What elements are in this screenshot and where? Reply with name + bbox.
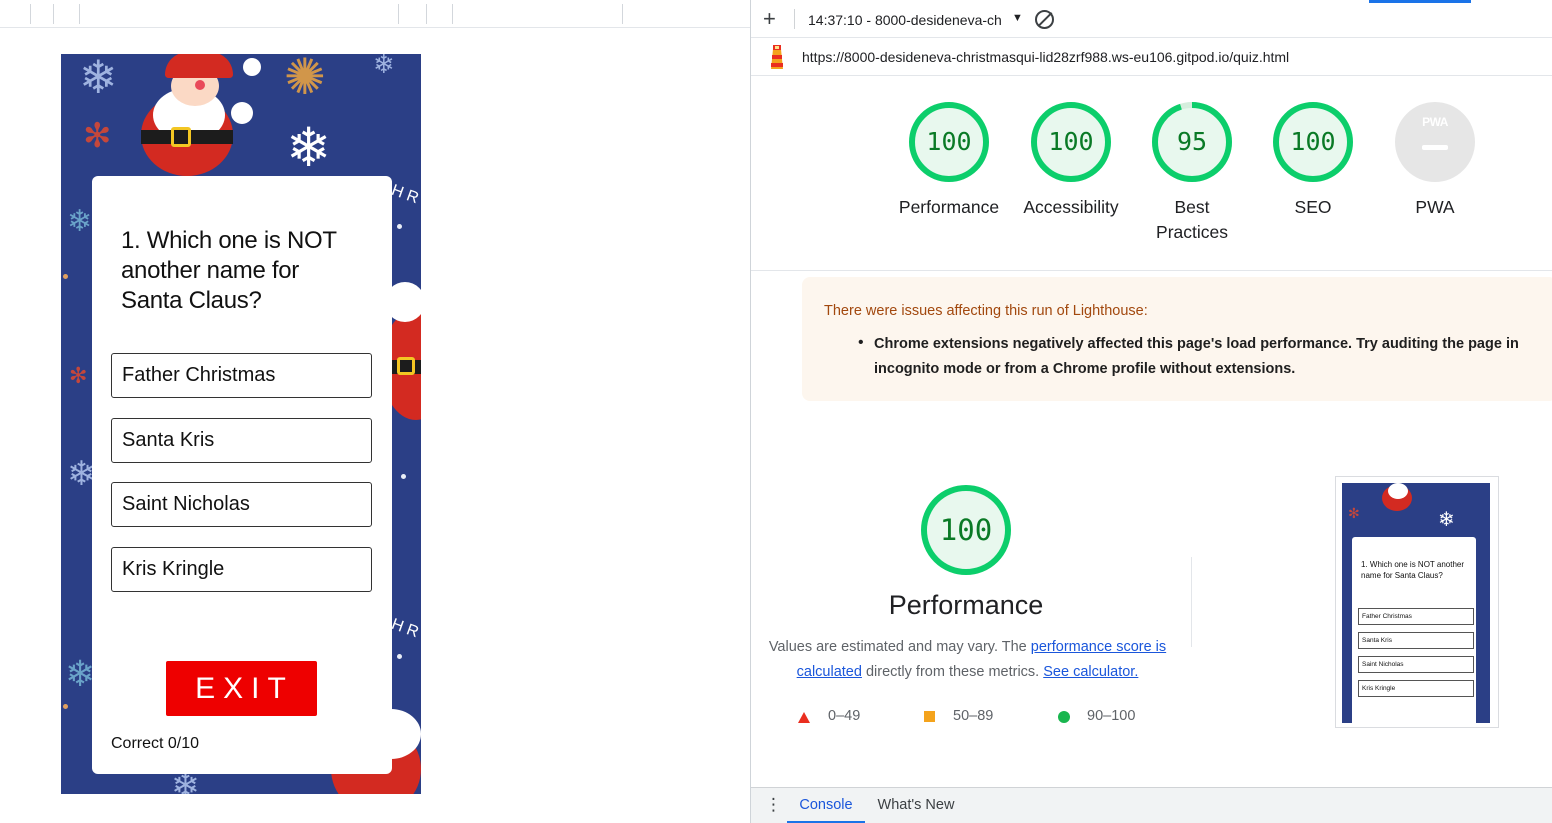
performance-gauge: 100 [920, 484, 1012, 576]
performance-title: Performance [888, 590, 1044, 620]
report-url[interactable]: https://8000-desideneva-christmasqui-lid… [802, 49, 1289, 65]
tab-whats-new[interactable]: What's New [865, 788, 967, 823]
santa-illustration [1388, 483, 1408, 499]
snowflake-icon: ✻ [69, 364, 88, 389]
pwa-badge-icon [1395, 102, 1475, 182]
decor-letter: H R [389, 181, 421, 208]
score-counter: Correct 0/10 [111, 735, 200, 752]
gauge-label: Best Practices [1156, 197, 1228, 242]
desc-text: directly from these metrics. [861, 664, 1044, 680]
gauge-score: 100 [1290, 127, 1336, 156]
decor-dot [63, 274, 68, 279]
see-calculator-link[interactable]: See calculator. [1043, 664, 1138, 680]
thumbnail-answer: Father Christmas [1358, 608, 1474, 625]
bullet-icon: • [858, 334, 864, 351]
ruler-segment[interactable] [622, 4, 623, 24]
gauge-seo[interactable]: 100 [1272, 101, 1354, 183]
thumbnail-answer: Santa Kris [1358, 632, 1474, 649]
answer-option[interactable]: Kris Kringle [111, 547, 372, 592]
circle-icon [1058, 711, 1070, 723]
thumbnail-answer: Saint Nicholas [1358, 656, 1474, 673]
divider [751, 270, 1552, 271]
toolbar-divider [794, 9, 795, 29]
gauge-label: Accessibility [1023, 197, 1119, 217]
snowflake-icon: ❄ [65, 654, 96, 695]
thumbnail-answer: Kris Kringle [1358, 680, 1474, 697]
report-url-bar: https://8000-desideneva-christmasqui-lid… [751, 38, 1552, 76]
media-query-ruler[interactable] [0, 0, 750, 28]
desc-text: Values are estimated and may vary. The [768, 639, 1031, 655]
ruler-segment[interactable] [30, 4, 31, 24]
legend-label: 0–49 [828, 708, 861, 724]
devtools-drawer: ⋮ Console What's New [751, 787, 1552, 823]
answer-option[interactable]: Father Christmas [111, 353, 372, 398]
performance-description: Values are estimated and may vary. The p… [765, 635, 1170, 685]
square-icon [924, 711, 935, 722]
gauge-label: Performance [898, 197, 1000, 217]
gauge-score: 100 [1048, 127, 1094, 156]
legend-label: 50–89 [953, 708, 994, 724]
menu-dots-icon[interactable]: ⋮ [765, 795, 782, 815]
gauge-pwa[interactable]: PWA [1394, 101, 1476, 183]
snowflake-icon: ❄ [286, 116, 332, 179]
plus-icon[interactable]: + [763, 8, 776, 30]
gauge-score: 100 [926, 127, 972, 156]
divider [1191, 557, 1192, 647]
report-select[interactable]: 14:37:10 - 8000-desideneva-ch [808, 12, 1002, 28]
lighthouse-toolbar: + 14:37:10 - 8000-desideneva-ch ▼ [751, 0, 1552, 38]
snowflake-icon: ❄ [67, 204, 93, 239]
clear-icon[interactable] [1035, 10, 1054, 29]
ruler-segment[interactable] [426, 4, 427, 24]
gauge-score: 95 [1176, 127, 1208, 156]
gauge-label: PWA [1415, 197, 1455, 217]
device-preview-pane: ❄ ❄ ✻ ✺ ❄ ❄ ✻ ❄ ❄ ❄ H R H R 1. Which one… [0, 0, 750, 823]
ruler-segment[interactable] [452, 4, 453, 24]
gauge-best-practices[interactable]: 95 [1151, 101, 1233, 183]
ruler-segment[interactable] [398, 4, 399, 24]
pwa-badge-text: PWA [1422, 115, 1448, 129]
snowflake-icon: ✻ [83, 116, 112, 156]
gauge-accessibility[interactable]: 100 [1030, 101, 1112, 183]
warning-item: Chrome extensions negatively affected th… [874, 336, 1519, 377]
ruler-segment[interactable] [53, 4, 54, 24]
legend-label: 90–100 [1087, 708, 1136, 724]
warning-box: There were issues affecting this run of … [802, 277, 1552, 401]
decor-letter: H R [389, 615, 421, 642]
performance-score: 100 [939, 513, 993, 547]
exit-button[interactable]: EXIT [166, 661, 317, 716]
decor-dot [63, 704, 68, 709]
ruler-segment[interactable] [79, 4, 80, 24]
gauge-performance[interactable]: 100 [908, 101, 990, 183]
tab-console[interactable]: Console [787, 788, 865, 823]
decor-dot [397, 654, 402, 659]
question-text: 1. Which one is NOT another name for San… [121, 227, 337, 314]
snowflake-icon: ❄ [373, 54, 395, 80]
snowflake-icon: ❄ [1438, 509, 1455, 531]
active-tab-indicator [1369, 0, 1471, 3]
triangle-icon [798, 712, 810, 723]
thumbnail-question: 1. Which one is NOT another name for San… [1361, 560, 1465, 580]
lighthouse-icon [771, 45, 783, 69]
decor-dot [397, 224, 402, 229]
gauge-label: SEO [1294, 197, 1332, 217]
chevron-down-icon[interactable]: ▼ [1012, 12, 1023, 24]
answer-option[interactable]: Santa Kris [111, 418, 372, 463]
warning-title: There were issues affecting this run of … [824, 303, 1148, 319]
devtools-panel: + 14:37:10 - 8000-desideneva-ch ▼ https:… [750, 0, 1552, 823]
snowflake-icon: ✻ [1348, 505, 1360, 521]
snowflake-icon: ✺ [284, 54, 326, 106]
decor-dot [401, 474, 406, 479]
snowflake-icon: ❄ [79, 54, 118, 104]
answer-option[interactable]: Saint Nicholas [111, 482, 372, 527]
